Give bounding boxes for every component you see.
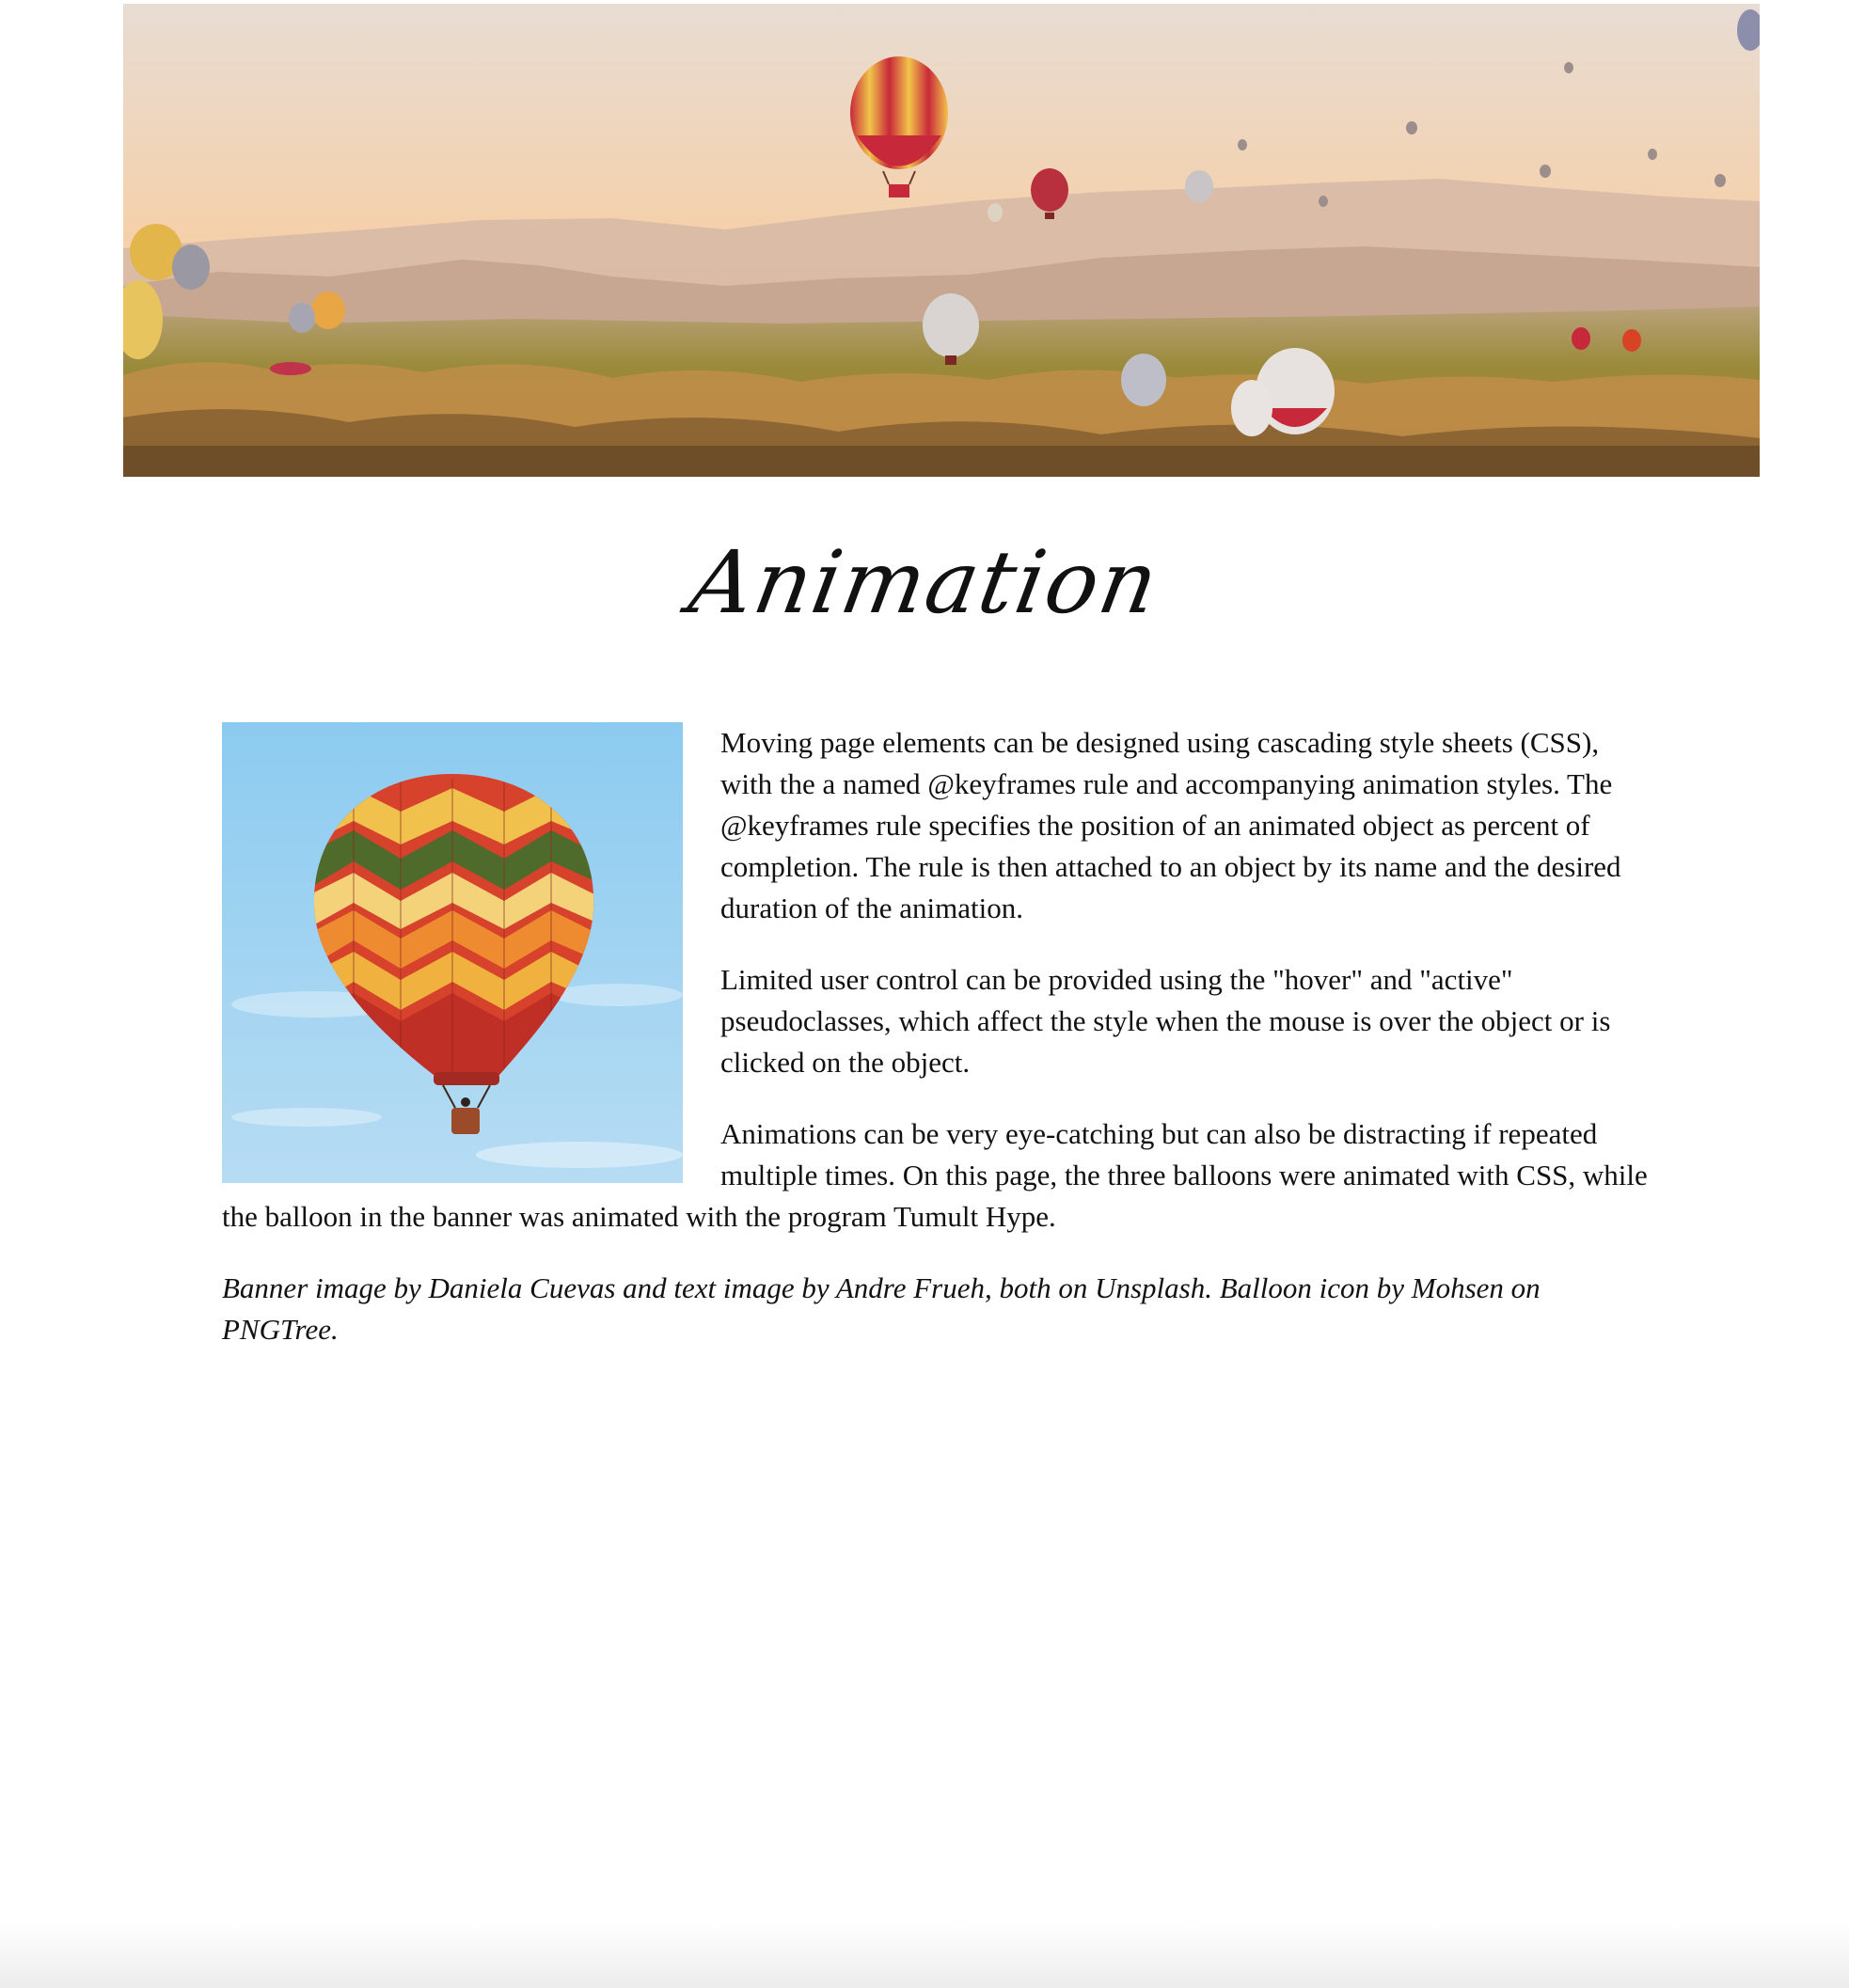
page-bottom-shade xyxy=(0,1922,1849,1988)
page-title: Animation xyxy=(682,532,1167,633)
text-image-balloon-photo xyxy=(222,722,683,1183)
article: Moving page elements can be designed usi… xyxy=(222,722,1651,1381)
banner-balloons-landscape xyxy=(123,4,1760,477)
banner-image xyxy=(123,4,1760,477)
chevron-balloon-photo xyxy=(222,722,683,1183)
image-credits: Banner image by Daniela Cuevas and text … xyxy=(222,1271,1541,1346)
